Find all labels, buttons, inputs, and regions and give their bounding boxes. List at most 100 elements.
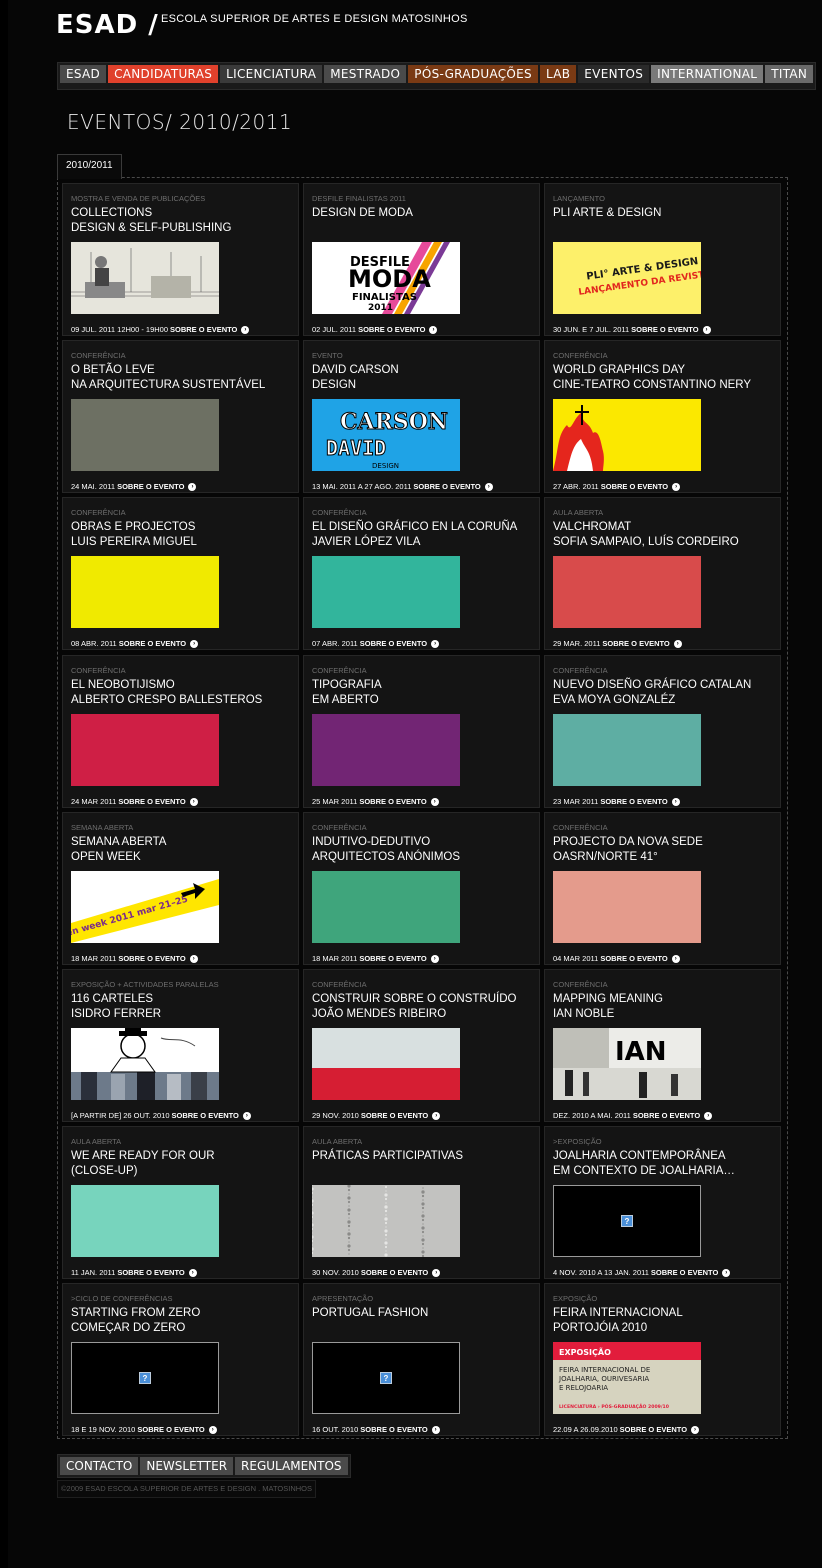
event-title[interactable]: EL DISEÑO GRÁFICO EN LA CORUÑA JAVIER LÓ… (312, 520, 534, 549)
arrow-right-icon[interactable]: › (432, 1111, 441, 1120)
sobre-o-evento-link[interactable]: SOBRE O EVENTO (172, 1111, 239, 1120)
event-thumbnail[interactable] (71, 556, 219, 628)
event-title[interactable]: OBRAS E PROJECTOS LUIS PEREIRA MIGUEL (71, 520, 293, 549)
sobre-o-evento-link[interactable]: SOBRE O EVENTO (633, 1111, 700, 1120)
sobre-o-evento-link[interactable]: SOBRE O EVENTO (600, 797, 667, 806)
arrow-right-icon[interactable]: › (189, 954, 198, 963)
event-thumbnail[interactable] (312, 1028, 460, 1100)
arrow-right-icon[interactable]: › (429, 325, 438, 334)
footer-link-contacto[interactable]: CONTACTO (60, 1457, 139, 1475)
tab-2010-2011[interactable]: 2010/2011 (57, 154, 122, 179)
event-title[interactable]: CONSTRUIR SOBRE O CONSTRUÍDO JOÃO MENDES… (312, 992, 534, 1021)
arrow-right-icon[interactable]: › (672, 482, 681, 491)
footer-link-regulamentos[interactable]: REGULAMENTOS (235, 1457, 348, 1475)
sobre-o-evento-link[interactable]: SOBRE O EVENTO (600, 954, 667, 963)
event-title[interactable]: COLLECTIONS DESIGN & SELF-PUBLISHING (71, 206, 293, 235)
event-thumbnail[interactable] (312, 871, 460, 943)
event-title[interactable]: WORLD GRAPHICS DAY CINE-TEATRO CONSTANTI… (553, 363, 775, 392)
event-thumbnail[interactable]: ? (553, 1185, 701, 1257)
event-thumbnail[interactable]: CARSON DAVID DESIGN (312, 399, 460, 471)
event-title[interactable]: 116 CARTELES ISIDRO FERRER (71, 992, 293, 1021)
sobre-o-evento-link[interactable]: SOBRE O EVENTO (651, 1268, 718, 1277)
event-title[interactable]: TIPOGRAFIA EM ABERTO (312, 678, 534, 707)
event-thumbnail[interactable]: IAN (553, 1028, 701, 1100)
event-title[interactable]: VALCHROMAT SOFIA SAMPAIO, LUÍS CORDEIRO (553, 520, 775, 549)
event-title[interactable]: JOALHARIA CONTEMPORÂNEA EM CONTEXTO DE J… (553, 1149, 775, 1178)
event-title[interactable]: PORTUGAL FASHION (312, 1306, 534, 1321)
event-title[interactable]: PLI ARTE & DESIGN (553, 206, 775, 221)
event-title[interactable]: SEMANA ABERTA OPEN WEEK (71, 835, 293, 864)
event-thumbnail[interactable] (553, 714, 701, 786)
arrow-right-icon[interactable]: › (188, 1268, 197, 1277)
arrow-right-icon[interactable]: › (702, 325, 711, 334)
nav-item-pos-graduacoes[interactable]: PÓS-GRADUAÇÕES (408, 65, 538, 83)
sobre-o-evento-link[interactable]: SOBRE O EVENTO (602, 639, 669, 648)
arrow-right-icon[interactable]: › (691, 1425, 700, 1434)
sobre-o-evento-link[interactable]: SOBRE O EVENTO (360, 1425, 427, 1434)
event-title[interactable]: FEIRA INTERNACIONAL PORTOJÓIA 2010 (553, 1306, 775, 1335)
sobre-o-evento-link[interactable]: SOBRE O EVENTO (117, 482, 184, 491)
arrow-right-icon[interactable]: › (189, 797, 198, 806)
arrow-right-icon[interactable]: › (190, 639, 199, 648)
event-thumbnail[interactable]: en week 2011 mar 21–25 (71, 871, 219, 943)
arrow-right-icon[interactable]: › (671, 797, 680, 806)
arrow-right-icon[interactable]: › (673, 639, 682, 648)
event-thumbnail[interactable]: PLI° ARTE & DESIGN LANÇAMENTO DA REVISTA (553, 242, 701, 314)
nav-item-international[interactable]: INTERNATIONAL (651, 65, 764, 83)
event-thumbnail[interactable] (71, 714, 219, 786)
event-title[interactable]: MAPPING MEANING IAN NOBLE (553, 992, 775, 1021)
arrow-right-icon[interactable]: › (704, 1111, 713, 1120)
sobre-o-evento-link[interactable]: SOBRE O EVENTO (361, 1111, 428, 1120)
event-thumbnail[interactable]: ? (71, 1342, 219, 1414)
event-thumbnail[interactable] (312, 556, 460, 628)
event-thumbnail[interactable] (553, 399, 701, 471)
nav-item-mestrado[interactable]: MESTRADO (324, 65, 407, 83)
event-thumbnail[interactable]: DESFILE MODA FINALISTAS 2011 (312, 242, 460, 314)
nav-item-candidaturas[interactable]: CANDIDATURAS (108, 65, 219, 83)
event-thumbnail[interactable] (71, 242, 219, 314)
event-title[interactable]: DAVID CARSON DESIGN (312, 363, 534, 392)
arrow-right-icon[interactable]: › (431, 639, 440, 648)
event-title[interactable]: INDUTIVO-DEDUTIVO ARQUITECTOS ANÓNIMOS (312, 835, 534, 864)
sobre-o-evento-link[interactable]: SOBRE O EVENTO (631, 325, 698, 334)
nav-item-lab[interactable]: LAB (539, 65, 577, 83)
event-thumbnail[interactable] (71, 399, 219, 471)
arrow-right-icon[interactable]: › (722, 1268, 731, 1277)
sobre-o-evento-link[interactable]: SOBRE O EVENTO (620, 1425, 687, 1434)
event-title[interactable]: STARTING FROM ZERO COMEÇAR DO ZERO (71, 1306, 293, 1335)
arrow-right-icon[interactable]: › (430, 954, 439, 963)
arrow-right-icon[interactable]: › (242, 1111, 251, 1120)
event-title[interactable]: WE ARE READY FOR OUR (CLOSE-UP) (71, 1149, 293, 1178)
event-thumbnail[interactable] (312, 714, 460, 786)
arrow-right-icon[interactable]: › (188, 482, 197, 491)
event-thumbnail[interactable]: ? (312, 1342, 460, 1414)
sobre-o-evento-link[interactable]: SOBRE O EVENTO (413, 482, 480, 491)
sobre-o-evento-link[interactable]: SOBRE O EVENTO (170, 325, 237, 334)
nav-item-licenciatura[interactable]: LICENCIATURA (220, 65, 323, 83)
arrow-right-icon[interactable]: › (208, 1425, 217, 1434)
sobre-o-evento-link[interactable]: SOBRE O EVENTO (359, 954, 426, 963)
sobre-o-evento-link[interactable]: SOBRE O EVENTO (118, 797, 185, 806)
nav-item-titan[interactable]: TITAN (765, 65, 814, 83)
event-thumbnail[interactable] (312, 1185, 460, 1257)
event-title[interactable]: PROJECTO DA NOVA SEDE OASRN/NORTE 41° (553, 835, 775, 864)
sobre-o-evento-link[interactable]: SOBRE O EVENTO (137, 1425, 204, 1434)
nav-item-esad[interactable]: ESAD (60, 65, 107, 83)
sobre-o-evento-link[interactable]: SOBRE O EVENTO (358, 325, 425, 334)
sobre-o-evento-link[interactable]: SOBRE O EVENTO (359, 797, 426, 806)
nav-item-eventos[interactable]: EVENTOS (578, 65, 650, 83)
event-title[interactable]: EL NEOBOTIJISMO ALBERTO CRESPO BALLESTER… (71, 678, 293, 707)
event-title[interactable]: PRÁTICAS PARTICIPATIVAS (312, 1149, 534, 1164)
sobre-o-evento-link[interactable]: SOBRE O EVENTO (118, 954, 185, 963)
footer-link-newsletter[interactable]: NEWSLETTER (140, 1457, 234, 1475)
esad-logo[interactable]: ESAD / (56, 10, 159, 40)
event-thumbnail[interactable]: EXPOSIÇÃO FEIRA INTERNACIONAL DE JOALHARIA… (553, 1342, 701, 1414)
arrow-right-icon[interactable]: › (432, 1268, 441, 1277)
sobre-o-evento-link[interactable]: SOBRE O EVENTO (360, 639, 427, 648)
event-title[interactable]: NUEVO DISEÑO GRÁFICO CATALAN EVA MOYA GO… (553, 678, 775, 707)
arrow-right-icon[interactable]: › (671, 954, 680, 963)
event-thumbnail[interactable] (553, 556, 701, 628)
event-thumbnail[interactable] (71, 1028, 219, 1100)
arrow-right-icon[interactable]: › (431, 1425, 440, 1434)
arrow-right-icon[interactable]: › (241, 325, 250, 334)
